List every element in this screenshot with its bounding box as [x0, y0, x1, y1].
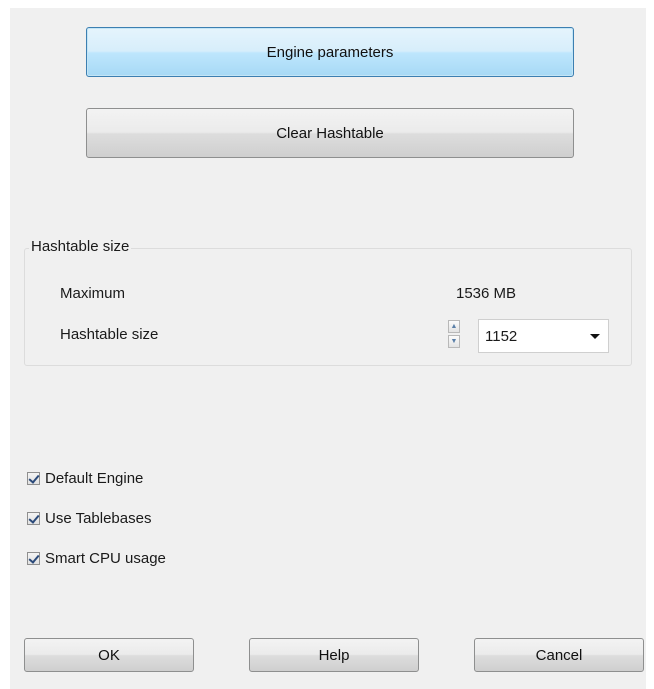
- spin-up-icon[interactable]: ▲: [448, 320, 460, 333]
- checkmark-icon: [28, 512, 40, 524]
- spin-down-icon[interactable]: ▼: [448, 335, 460, 348]
- hashtable-size-value: 1152: [485, 327, 518, 345]
- engine-parameters-button[interactable]: Engine parameters: [86, 27, 574, 77]
- hashtable-size-label: Hashtable size: [60, 326, 159, 343]
- dropdown-arrow-icon[interactable]: [590, 334, 600, 339]
- checkmark-icon: [28, 552, 40, 564]
- use-tablebases-label: Use Tablebases: [45, 510, 152, 527]
- maximum-label: Maximum: [60, 285, 126, 302]
- smart-cpu-label: Smart CPU usage: [45, 550, 166, 567]
- hashtable-size-select[interactable]: 1152: [478, 319, 609, 353]
- default-engine-option[interactable]: Default Engine: [27, 470, 143, 487]
- default-engine-checkbox[interactable]: [27, 472, 40, 485]
- group-title: Hashtable size: [29, 238, 132, 255]
- hashtable-size-spinner[interactable]: ▲ ▼: [448, 320, 462, 350]
- default-engine-label: Default Engine: [45, 470, 144, 487]
- clear-hashtable-button[interactable]: Clear Hashtable: [86, 108, 574, 158]
- checkmark-icon: [28, 472, 40, 484]
- use-tablebases-option[interactable]: Use Tablebases: [27, 510, 151, 527]
- smart-cpu-checkbox[interactable]: [27, 552, 40, 565]
- help-button[interactable]: Help: [249, 638, 419, 672]
- smart-cpu-option[interactable]: Smart CPU usage: [27, 550, 166, 567]
- cancel-button[interactable]: Cancel: [474, 638, 644, 672]
- maximum-value: 1536 MB: [456, 285, 517, 302]
- use-tablebases-checkbox[interactable]: [27, 512, 40, 525]
- ok-button[interactable]: OK: [24, 638, 194, 672]
